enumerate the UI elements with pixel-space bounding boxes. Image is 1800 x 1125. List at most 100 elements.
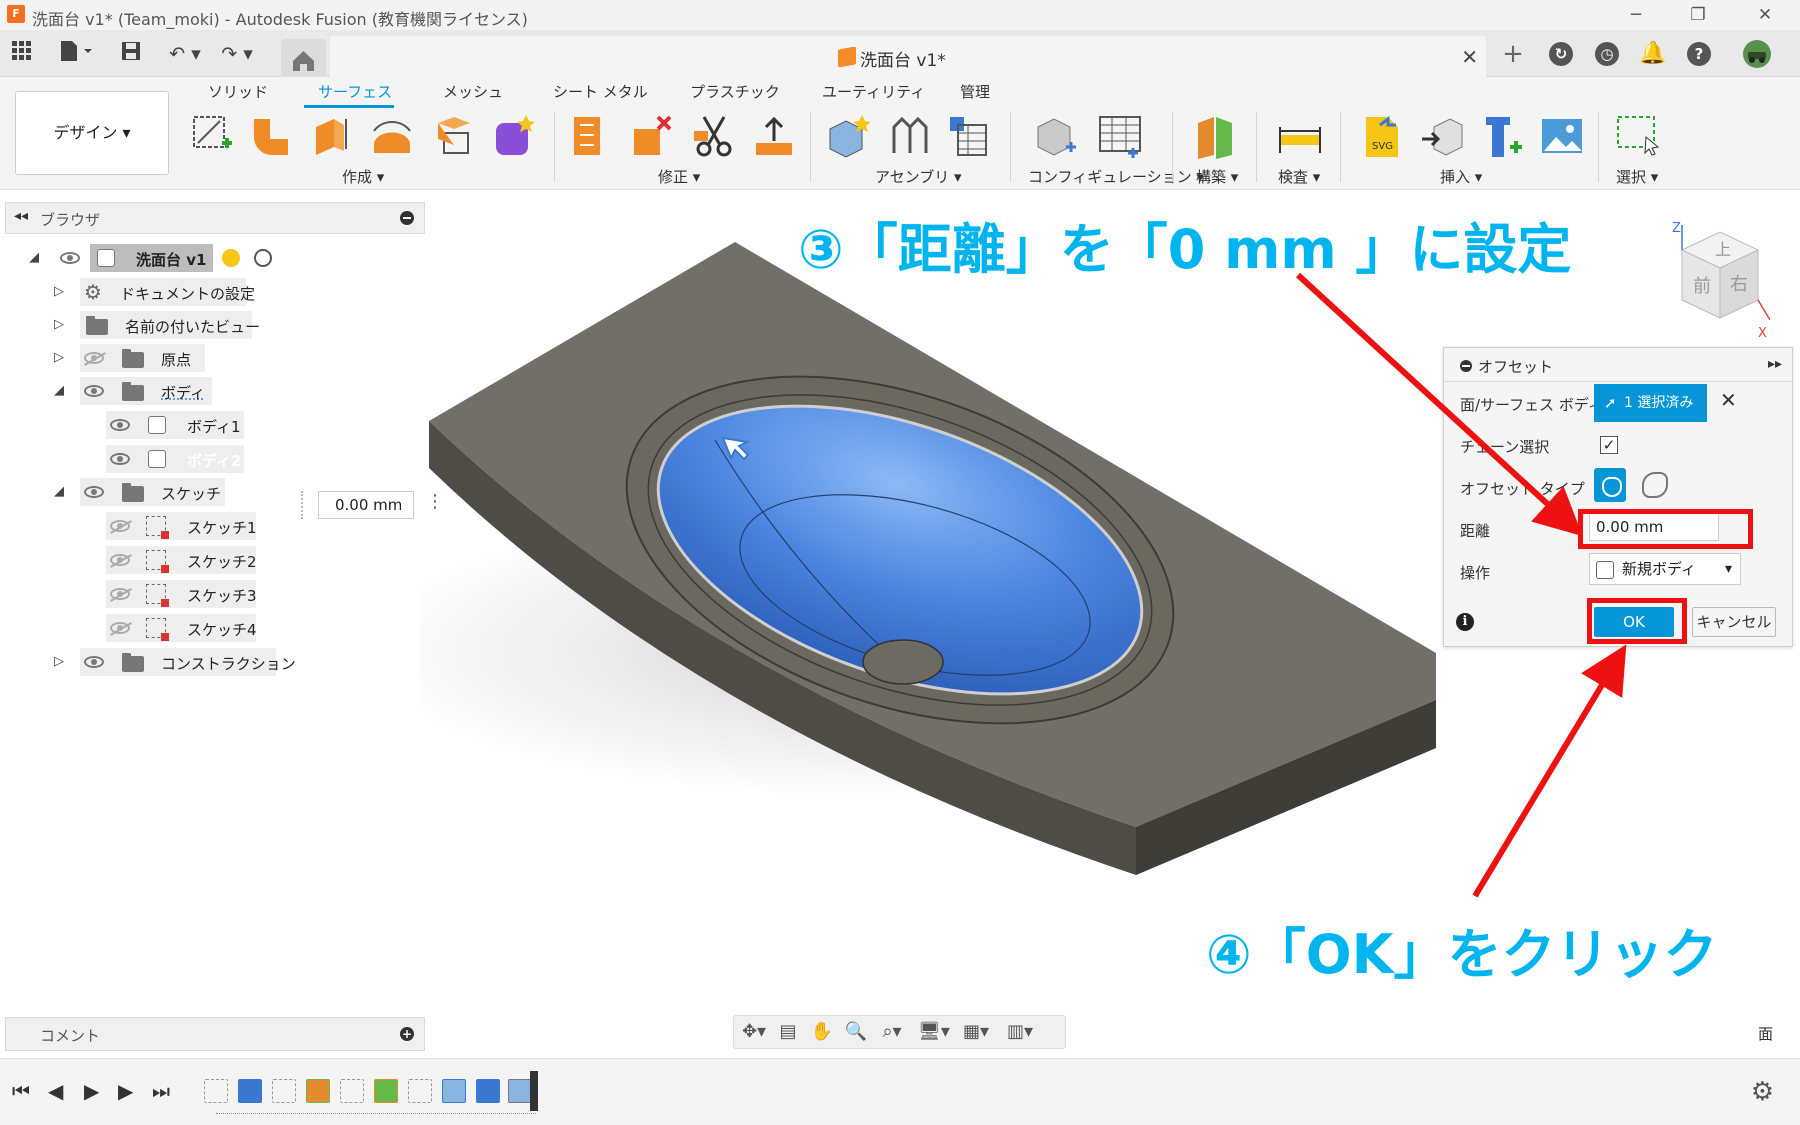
tab-mesh[interactable]: メッシュ [443,81,503,102]
tab-surface[interactable]: サーフェス [318,81,392,102]
modify-group-label[interactable]: 修正 ▾ [658,166,700,187]
split-scissors-icon[interactable] [692,113,734,157]
tree-item-sketch4[interactable]: スケッチ4 [0,614,260,642]
timeline-sketch-feature[interactable] [204,1079,228,1103]
extrude-surface-icon[interactable] [250,113,292,157]
create-sketch-icon[interactable] [190,113,232,157]
expand-icon[interactable]: ▷ [54,317,64,332]
timeline-plane-feature[interactable] [374,1079,398,1103]
timeline-sketch-feature[interactable] [272,1079,296,1103]
timeline-extrude-feature[interactable] [238,1079,262,1103]
history-icon[interactable]: ◷ [1592,39,1622,69]
go-to-end-icon[interactable]: ⏭ [152,1079,170,1103]
document-tab[interactable]: 洗面台 v1* ✕ [330,36,1486,77]
bill-of-materials-icon[interactable] [946,113,988,157]
expand-icon[interactable]: ▷ [54,350,64,365]
expand-icon[interactable]: ▷ [54,654,64,669]
tree-item-body1[interactable]: ボディ1 [0,411,250,439]
expand-root-icon[interactable]: ◢ [29,250,39,265]
collapse-icon[interactable]: ◢ [54,484,64,499]
home-tab[interactable] [281,39,326,77]
insert-mcmaster-icon[interactable] [1480,113,1522,157]
configuration-group-label[interactable]: コンフィギュレーション ▾ [1028,166,1204,187]
add-comment-icon[interactable]: + [400,1027,414,1041]
timeline-offset-feature[interactable] [508,1079,532,1103]
tree-item-bodies[interactable]: ◢ ボディ [0,377,230,405]
cancel-button[interactable]: キャンセル [1692,607,1776,637]
pan-hand-icon[interactable]: ✋ [808,1021,836,1043]
hidden-eye-icon[interactable] [110,554,130,566]
timeline-marker[interactable] [530,1071,538,1111]
undo-icon[interactable]: ↶ ▾ [164,40,206,68]
tab-sheet-metal[interactable]: シート メタル [553,81,648,102]
notification-bell-icon[interactable]: 🔔 [1638,39,1668,69]
orbit-icon[interactable]: ✥▾ [736,1021,772,1043]
visibility-eye-icon[interactable] [84,385,104,397]
timeline-sketch-feature[interactable] [408,1079,432,1103]
input-drag-handle[interactable] [301,491,309,519]
selection-filter-label[interactable]: 面 [1758,1023,1773,1044]
select-group-label[interactable]: 選択 ▾ [1616,166,1658,187]
redo-icon[interactable]: ↷ ▾ [216,40,258,68]
timeline-plane-feature[interactable] [306,1079,330,1103]
loft-surface-icon[interactable] [432,113,474,157]
tree-item-origin[interactable]: ▷ 原点 [0,344,220,372]
measure-icon[interactable] [1278,113,1321,157]
clear-selection-icon[interactable]: ✕ [1720,388,1737,412]
insert-group-label[interactable]: 挿入 ▾ [1440,166,1482,187]
trim-icon[interactable] [570,113,612,157]
tab-manage[interactable]: 管理 [960,81,990,102]
step-forward-icon[interactable]: ▶ [118,1079,133,1103]
hidden-eye-icon[interactable] [110,588,130,600]
close-tab-button[interactable]: ✕ [1461,45,1478,69]
go-to-start-icon[interactable]: ⏮ [12,1079,30,1103]
collapse-icon[interactable]: ◢ [54,383,64,398]
timeline-sketch-feature[interactable] [340,1079,364,1103]
step-back-icon[interactable]: ◀ [48,1079,63,1103]
tree-item-construction[interactable]: ▷ コンストラクション [0,648,296,676]
new-component-icon[interactable] [826,113,871,158]
minimize-button[interactable]: ─ [1616,2,1656,28]
fit-zoom-icon[interactable]: ⌕▾ [874,1021,910,1043]
tree-item-body2[interactable]: ボディ2 [0,445,250,473]
insert-svg-icon[interactable]: SVG [1360,113,1402,157]
collapse-browser-icon[interactable]: ◂◂ [14,208,28,224]
browser-header[interactable]: ◂◂ ブラウザ [5,202,425,234]
joint-icon[interactable] [888,113,930,157]
visibility-eye-icon[interactable] [84,656,104,668]
timeline-settings-gear-icon[interactable]: ⚙ [1751,1077,1774,1107]
grid-settings-icon[interactable]: ▦▾ [956,1021,996,1043]
offset-plane-icon[interactable] [1194,113,1236,159]
visibility-eye-icon[interactable] [110,453,130,465]
insert-mesh-icon[interactable] [1420,113,1463,157]
display-settings-icon[interactable]: 🖥▾ [914,1021,954,1043]
hidden-eye-icon[interactable] [110,520,130,532]
thicken-icon[interactable] [752,113,794,157]
configuration-table-icon[interactable] [1098,113,1141,158]
hidden-eye-icon[interactable] [84,352,104,364]
zoom-icon[interactable]: 🔍 [842,1021,870,1043]
hidden-eye-icon[interactable] [110,622,130,634]
save-icon[interactable] [118,40,144,68]
play-icon[interactable]: ▶ [84,1079,99,1103]
delete-face-icon[interactable] [630,113,672,157]
assembly-group-label[interactable]: アセンブリ ▾ [875,166,962,187]
select-window-icon[interactable] [1616,113,1660,157]
form-icon[interactable] [492,113,535,157]
tab-utility[interactable]: ユーティリティ [822,81,925,102]
tree-root[interactable]: ◢ 洗面台 v1 [0,244,300,272]
drain-hole[interactable] [862,639,944,685]
grid-menu-icon[interactable] [8,40,36,68]
viewports-icon[interactable]: ▥▾ [1000,1021,1040,1043]
view-cube[interactable]: 上 前 右 Z X [1660,220,1770,340]
tree-item-sketch1[interactable]: スケッチ1 [0,512,260,540]
tab-solid[interactable]: ソリッド [208,81,268,102]
inspect-group-label[interactable]: 検査 ▾ [1278,166,1320,187]
visibility-eye-icon[interactable] [110,419,130,431]
job-status-icon[interactable]: ↻ [1546,39,1576,69]
tree-item-sketches[interactable]: ◢ スケッチ [0,478,240,506]
distance-onscreen-input[interactable]: 0.00 mm [318,491,414,519]
revolve-surface-icon[interactable] [310,113,352,157]
new-tab-button[interactable]: + [1498,39,1528,69]
comments-panel[interactable]: コメント + [5,1017,425,1051]
